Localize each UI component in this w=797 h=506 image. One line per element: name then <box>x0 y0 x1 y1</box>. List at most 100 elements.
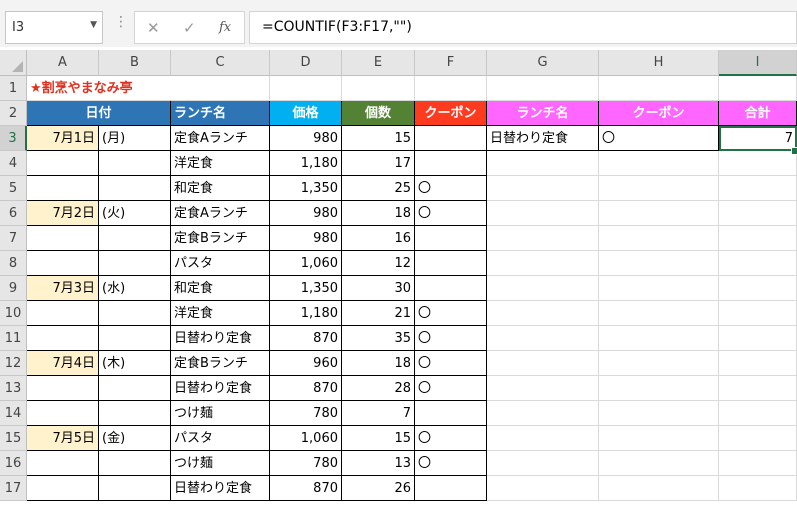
header-lunch[interactable]: ランチ名 <box>171 101 270 126</box>
weekday-cell[interactable] <box>99 301 171 326</box>
column-header-g[interactable]: G <box>487 50 599 76</box>
weekday-cell[interactable] <box>99 401 171 426</box>
count-cell[interactable]: 26 <box>342 476 415 501</box>
cell[interactable] <box>719 326 797 351</box>
cell[interactable] <box>487 76 599 101</box>
row-header-9[interactable]: 9 <box>0 276 27 301</box>
count-cell[interactable]: 28 <box>342 376 415 401</box>
weekday-cell[interactable] <box>99 151 171 176</box>
cell[interactable] <box>599 376 719 401</box>
date-cell[interactable]: 7月4日 <box>27 351 99 376</box>
header-coupon[interactable]: クーポン <box>415 101 487 126</box>
coupon-cell[interactable]: 〇 <box>415 201 487 226</box>
weekday-cell[interactable]: (火) <box>99 201 171 226</box>
cell[interactable] <box>487 176 599 201</box>
date-cell[interactable] <box>27 376 99 401</box>
date-cell[interactable] <box>27 251 99 276</box>
lunch-name-cell[interactable]: 洋定食 <box>171 301 270 326</box>
count-cell[interactable]: 35 <box>342 326 415 351</box>
name-box[interactable]: I3 ▼ <box>5 11 103 44</box>
header-price[interactable]: 価格 <box>270 101 342 126</box>
coupon-cell[interactable]: 〇 <box>415 376 487 401</box>
cell[interactable] <box>487 326 599 351</box>
more-options-icon[interactable]: ⋮ <box>114 14 128 30</box>
cell[interactable] <box>719 251 797 276</box>
cell[interactable] <box>719 451 797 476</box>
count-cell[interactable]: 15 <box>342 426 415 451</box>
date-cell[interactable] <box>27 301 99 326</box>
cell[interactable] <box>487 276 599 301</box>
price-cell[interactable]: 1,350 <box>270 276 342 301</box>
lunch-name-cell[interactable]: 定食Aランチ <box>171 126 270 151</box>
coupon-cell[interactable]: 〇 <box>415 301 487 326</box>
column-header-e[interactable]: E <box>342 50 415 76</box>
row-header-15[interactable]: 15 <box>0 426 27 451</box>
coupon-cell[interactable] <box>415 226 487 251</box>
chevron-down-icon[interactable]: ▼ <box>90 20 97 30</box>
weekday-cell[interactable] <box>99 176 171 201</box>
date-cell[interactable] <box>27 326 99 351</box>
formula-input[interactable]: =COUNTIF(F3:F17,"") <box>249 11 797 44</box>
cell[interactable] <box>487 426 599 451</box>
date-cell[interactable] <box>27 451 99 476</box>
row-header-14[interactable]: 14 <box>0 401 27 426</box>
date-cell[interactable] <box>27 476 99 501</box>
row-header-12[interactable]: 12 <box>0 351 27 376</box>
cell[interactable] <box>599 476 719 501</box>
cell[interactable] <box>487 301 599 326</box>
coupon-cell[interactable] <box>415 401 487 426</box>
column-header-d[interactable]: D <box>270 50 342 76</box>
count-cell[interactable]: 7 <box>342 401 415 426</box>
column-header-c[interactable]: C <box>171 50 270 76</box>
row-header-3[interactable]: 3 <box>0 126 27 151</box>
header-date[interactable]: 日付 <box>27 101 171 126</box>
cell[interactable] <box>487 351 599 376</box>
cell[interactable] <box>599 226 719 251</box>
column-header-h[interactable]: H <box>599 50 719 76</box>
price-cell[interactable]: 960 <box>270 351 342 376</box>
criteria-lunch-value[interactable]: 日替わり定食 <box>487 126 599 151</box>
lunch-name-cell[interactable]: 日替わり定食 <box>171 326 270 351</box>
lunch-name-cell[interactable]: パスタ <box>171 426 270 451</box>
row-header-13[interactable]: 13 <box>0 376 27 401</box>
lunch-name-cell[interactable]: 定食Bランチ <box>171 351 270 376</box>
cell[interactable] <box>599 426 719 451</box>
cell[interactable] <box>487 476 599 501</box>
coupon-cell[interactable]: 〇 <box>415 451 487 476</box>
date-cell[interactable]: 7月3日 <box>27 276 99 301</box>
count-cell[interactable]: 13 <box>342 451 415 476</box>
sheet-title[interactable]: ★割烹やまなみ亭 <box>27 76 171 101</box>
total-result-cell[interactable]: 7 <box>719 126 797 151</box>
cell[interactable] <box>487 376 599 401</box>
column-header-b[interactable]: B <box>99 50 171 76</box>
count-cell[interactable]: 16 <box>342 226 415 251</box>
coupon-cell[interactable] <box>415 276 487 301</box>
lunch-name-cell[interactable]: つけ麺 <box>171 451 270 476</box>
lunch-name-cell[interactable]: 定食Aランチ <box>171 201 270 226</box>
date-cell[interactable] <box>27 151 99 176</box>
count-cell[interactable]: 21 <box>342 301 415 326</box>
lunch-name-cell[interactable]: 洋定食 <box>171 151 270 176</box>
weekday-cell[interactable]: (月) <box>99 126 171 151</box>
lunch-name-cell[interactable]: 和定食 <box>171 276 270 301</box>
cell[interactable] <box>415 76 487 101</box>
count-cell[interactable]: 12 <box>342 251 415 276</box>
cell[interactable] <box>342 76 415 101</box>
cell[interactable] <box>487 151 599 176</box>
cell[interactable] <box>719 276 797 301</box>
count-cell[interactable]: 15 <box>342 126 415 151</box>
weekday-cell[interactable] <box>99 326 171 351</box>
weekday-cell[interactable] <box>99 451 171 476</box>
cell[interactable] <box>599 351 719 376</box>
price-cell[interactable]: 980 <box>270 226 342 251</box>
cell[interactable] <box>719 476 797 501</box>
cell[interactable] <box>487 226 599 251</box>
weekday-cell[interactable] <box>99 226 171 251</box>
weekday-cell[interactable] <box>99 376 171 401</box>
cell[interactable] <box>719 401 797 426</box>
price-cell[interactable]: 870 <box>270 376 342 401</box>
coupon-cell[interactable]: 〇 <box>415 426 487 451</box>
lunch-name-cell[interactable]: 定食Bランチ <box>171 226 270 251</box>
count-cell[interactable]: 17 <box>342 151 415 176</box>
cell[interactable] <box>599 151 719 176</box>
